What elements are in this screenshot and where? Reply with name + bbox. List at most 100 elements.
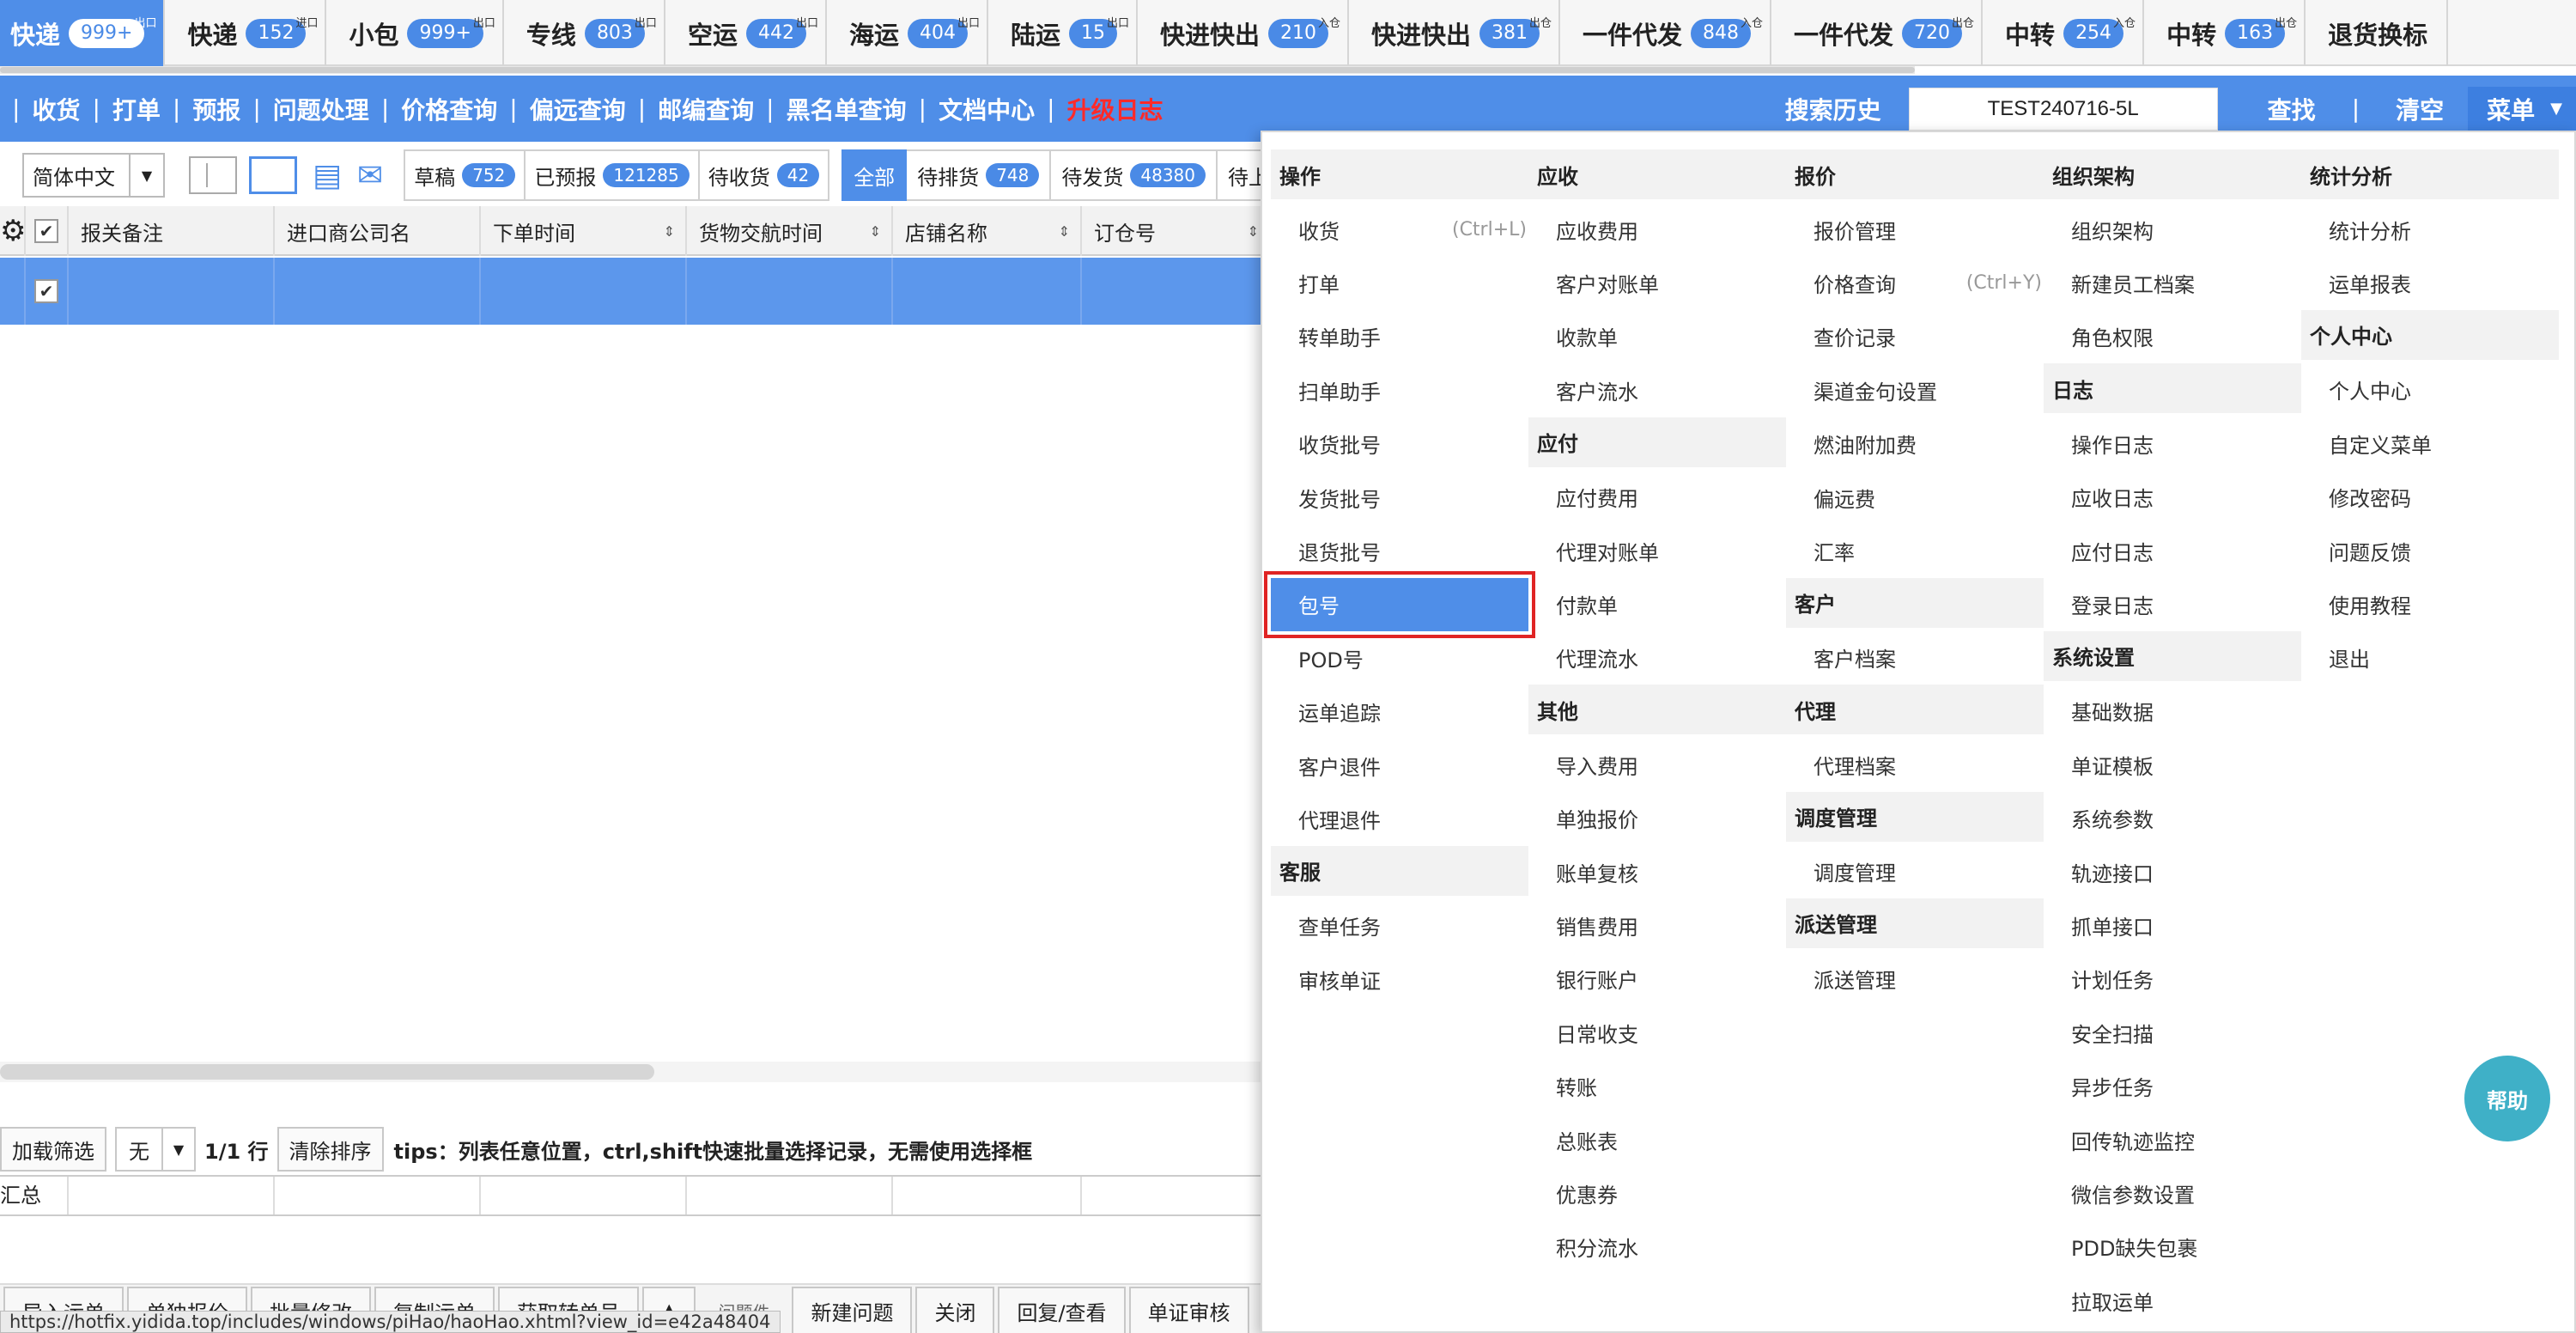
table-cell[interactable] [893, 258, 1082, 325]
menu-item[interactable]: 单独报价 [1528, 792, 1786, 845]
column-header[interactable]: 进口商公司名 [275, 206, 481, 256]
status-filter[interactable]: 待排货 748 [907, 149, 1052, 201]
nav-link[interactable]: 黑名单查询 [787, 92, 907, 126]
module-tab[interactable]: 一件代发 720 出仓 [1771, 0, 1984, 66]
menu-item[interactable]: 代理档案 [1786, 738, 2044, 791]
menu-item[interactable]: 角色权限 [2044, 310, 2301, 363]
gear-icon[interactable]: ⚙ [0, 214, 26, 248]
nav-link[interactable]: 收货 [32, 92, 80, 126]
menu-item[interactable]: 收货 (Ctrl+L) [1271, 203, 1528, 256]
menu-item[interactable]: 扫单助手 [1271, 363, 1528, 417]
grid-horizontal-scrollbar[interactable] [0, 1062, 1271, 1082]
table-row[interactable]: ✔ [0, 258, 1271, 325]
menu-item[interactable]: 拉取运单 [2044, 1274, 2301, 1327]
menu-item[interactable]: 退货批号 [1271, 524, 1528, 577]
table-cell[interactable] [69, 258, 275, 325]
menu-item[interactable]: 统计分析 [2301, 203, 2559, 256]
tab-scrollbar-thumb[interactable] [0, 67, 1915, 73]
menu-item[interactable]: 汇率 [1786, 524, 2044, 577]
menu-item[interactable]: 新建员工档案 [2044, 256, 2301, 309]
filter-select[interactable]: 无 ▼ [115, 1127, 196, 1172]
full-view-button[interactable] [249, 156, 297, 194]
menu-item[interactable]: POD号 [1271, 631, 1528, 685]
menu-item[interactable]: 客户对账单 [1528, 256, 1786, 309]
menu-item[interactable]: 运单报表 [2301, 256, 2559, 309]
mail-icon[interactable]: ✉ [357, 158, 383, 193]
search-input[interactable] [1908, 87, 2218, 131]
nav-link[interactable]: 升级日志 [1067, 92, 1163, 126]
menu-item[interactable]: 派送管理 [1786, 952, 2044, 1005]
search-history-label[interactable]: 搜索历史 [1785, 92, 1881, 126]
menu-button[interactable]: 菜单 ▼ [2468, 86, 2576, 131]
menu-item[interactable]: 使用教程 [2301, 577, 2559, 630]
menu-item[interactable]: 退出 [2301, 631, 2559, 685]
menu-item[interactable]: 导入费用 [1528, 738, 1786, 791]
nav-link[interactable]: 价格查询 [401, 92, 497, 126]
sort-icon[interactable]: ⇕ [1248, 223, 1259, 240]
column-header[interactable]: 订仓号 ⇕ [1082, 206, 1271, 256]
count-filter[interactable]: 待收货 42 [699, 151, 829, 199]
menu-item[interactable]: 个人中心 [2301, 363, 2559, 417]
module-tab[interactable]: 陆运 15 出口 [988, 0, 1138, 66]
status-filter[interactable]: 全部 [841, 149, 908, 201]
split-view-button[interactable] [189, 156, 237, 194]
menu-item[interactable]: 系统参数 [2044, 792, 2301, 845]
menu-item[interactable]: 销售费用 [1528, 898, 1786, 952]
menu-item[interactable]: 调度管理 [1786, 845, 2044, 898]
menu-item[interactable]: 问题反馈 [2301, 524, 2559, 577]
column-header[interactable]: 下单时间 ⇕ [481, 206, 687, 256]
menu-item[interactable]: 代理退件 [1271, 792, 1528, 845]
table-cell[interactable] [481, 258, 687, 325]
language-select[interactable]: 简体中文 ▼ [22, 153, 165, 198]
list-icon[interactable]: ▤ [313, 158, 342, 193]
menu-item[interactable]: 账单复核 [1528, 845, 1786, 898]
module-tab[interactable]: 空运 442 出口 [665, 0, 827, 66]
menu-item[interactable]: 优惠券 [1528, 1166, 1786, 1220]
menu-item[interactable]: 轨迹接口 [2044, 845, 2301, 898]
column-header[interactable]: 货物交航时间 ⇕ [687, 206, 893, 256]
table-cell[interactable] [275, 258, 481, 325]
nav-link[interactable]: 偏远查询 [530, 92, 626, 126]
menu-item[interactable]: 登录日志 [2044, 577, 2301, 630]
menu-item[interactable]: 燃油附加费 [1786, 417, 2044, 471]
menu-item[interactable]: 审核单证 [1271, 953, 1528, 1006]
module-tab[interactable]: 小包 999+ 出口 [326, 0, 504, 66]
menu-item[interactable]: 应付费用 [1528, 471, 1786, 524]
menu-item[interactable]: 查单任务 [1271, 899, 1528, 953]
load-filter-button[interactable]: 加载筛选 [0, 1127, 106, 1172]
module-tab[interactable]: 快进快出 381 出仓 [1349, 0, 1561, 66]
module-tab[interactable]: 快递 152 进口 [165, 0, 327, 66]
menu-item[interactable]: 微信参数设置 [2044, 1166, 2301, 1220]
menu-item[interactable]: 付款单 [1528, 577, 1786, 630]
table-cell[interactable]: ✔ [26, 258, 69, 325]
menu-item[interactable]: 单证模板 [2044, 738, 2301, 791]
menu-item[interactable]: 组织架构 [2044, 203, 2301, 256]
menu-item[interactable]: 银行账户 [1528, 953, 1786, 1006]
clear-button[interactable]: 清空 [2396, 92, 2444, 126]
count-filter[interactable]: 草稿 752 [405, 151, 526, 199]
menu-item[interactable]: 应收日志 [2044, 471, 2301, 524]
nav-link[interactable]: 文档中心 [939, 92, 1035, 126]
problem-action-button[interactable]: 新建问题 [792, 1287, 913, 1333]
count-filter[interactable]: 已预报 121285 [526, 151, 700, 199]
menu-item[interactable]: 总账表 [1528, 1113, 1786, 1166]
module-tab[interactable]: 专线 803 出口 [504, 0, 665, 66]
menu-item[interactable]: 客户档案 [1786, 631, 2044, 685]
menu-item[interactable]: 渠道金句设置 [1786, 363, 2044, 417]
menu-item[interactable]: 打单 [1271, 256, 1528, 309]
menu-item[interactable]: 计划任务 [2044, 953, 2301, 1006]
select-all-checkbox[interactable]: ✔ [34, 219, 58, 243]
help-button[interactable]: 帮助 [2464, 1056, 2550, 1141]
module-tab[interactable]: 中转 254 入仓 [1983, 0, 2145, 66]
menu-item[interactable]: 收款单 [1528, 310, 1786, 363]
menu-item[interactable]: 偏远费 [1786, 471, 2044, 524]
module-tab[interactable]: 快递 999+ 出口 [0, 0, 166, 66]
menu-item[interactable]: 客户退件 [1271, 739, 1528, 792]
module-tab[interactable]: 海运 404 出口 [827, 0, 988, 66]
menu-item[interactable]: 转单助手 [1271, 310, 1528, 363]
menu-item[interactable]: 收货批号 [1271, 417, 1528, 471]
menu-item[interactable]: PDD缺失包裹 [2044, 1220, 2301, 1274]
menu-item[interactable]: 抓单接口 [2044, 898, 2301, 952]
module-tab[interactable]: 中转 163 出仓 [2144, 0, 2306, 66]
column-header[interactable]: 报关备注 [69, 206, 275, 256]
